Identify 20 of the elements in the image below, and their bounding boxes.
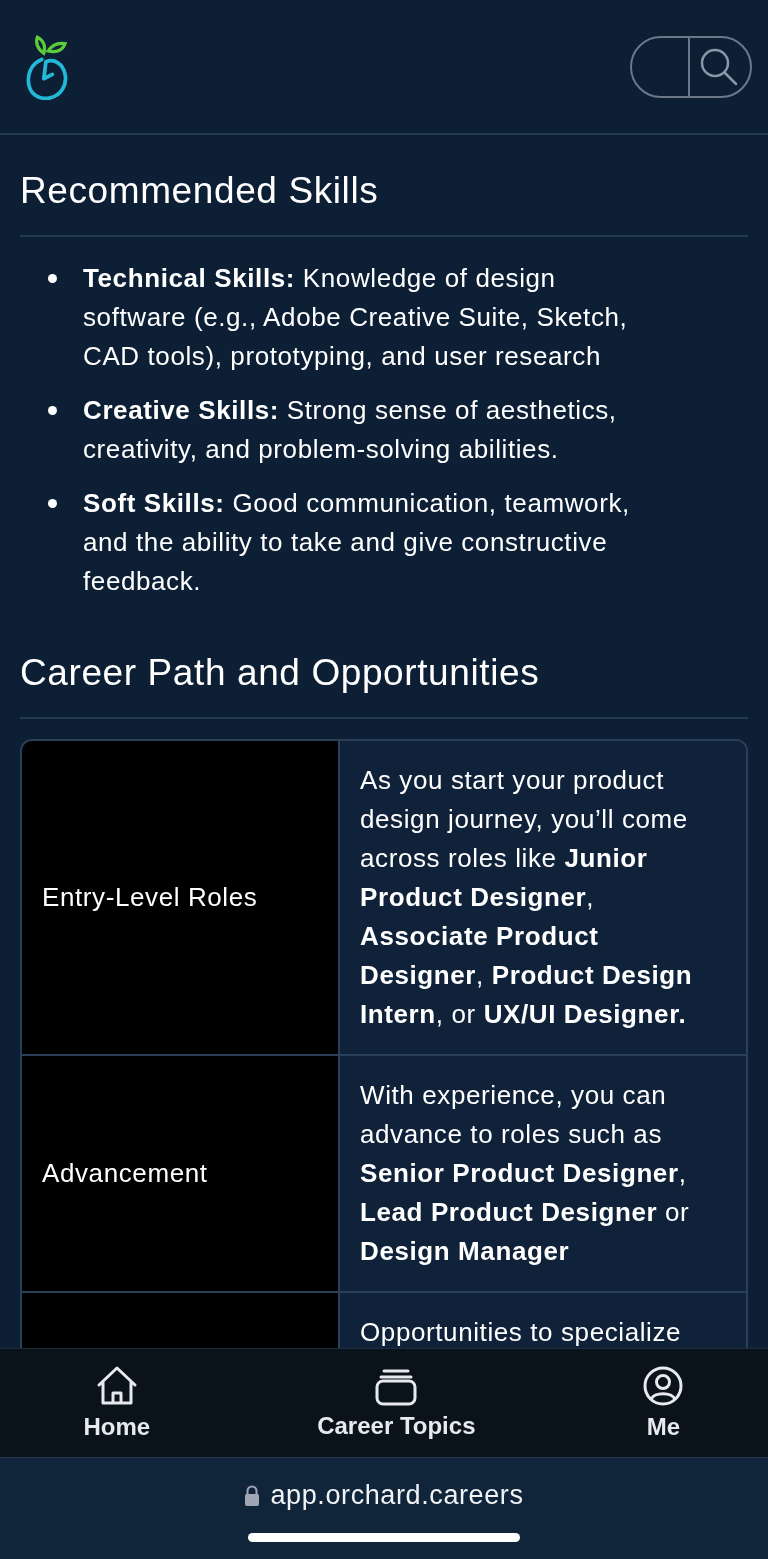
search-button[interactable] [630,35,752,98]
table-cell: As you start your product design journey, you’ll come across roles like Junior Product Designer, Associate Product Designer, Product Design Intern, or UX/UI Designer. [340,741,746,1054]
table-cell: Opportunities to specialize [340,1293,746,1348]
section-heading: Career Path and Opportunities [20,651,748,719]
bullet-icon [48,499,57,508]
row-label-cell: Entry-Level Roles [22,741,340,1054]
skill-text: Soft Skills: Good communication, teamwork, and the ability to take and give constructive feedback. [83,487,631,598]
nav-tab[interactable]: Home [75,1361,159,1445]
url-text[interactable]: app.orchard.careers [270,1480,524,1511]
nav-tab[interactable]: Me [634,1361,693,1445]
skill-text: Technical Skills: Knowledge of design software (e.g., Adobe Creative Suite, Sketch, CAD tools), prototyping, and user research [83,262,629,373]
bullet-icon [48,406,57,415]
bullet-icon [48,274,57,283]
row-label-cell: Advancement [22,1056,340,1291]
lock-icon [244,1484,261,1507]
table-cell: With experience, you can advance to roles such as Senior Product Designer, Lead Product Designer or Design Manager [340,1056,746,1291]
nav-tab[interactable]: Career Topics [309,1362,484,1444]
skill-text: Creative Skills: Strong sense of aesthetics, creativity, and problem-solving abilities. [83,394,618,466]
section-heading: Recommended Skills [20,169,748,237]
user-icon [642,1365,685,1407]
